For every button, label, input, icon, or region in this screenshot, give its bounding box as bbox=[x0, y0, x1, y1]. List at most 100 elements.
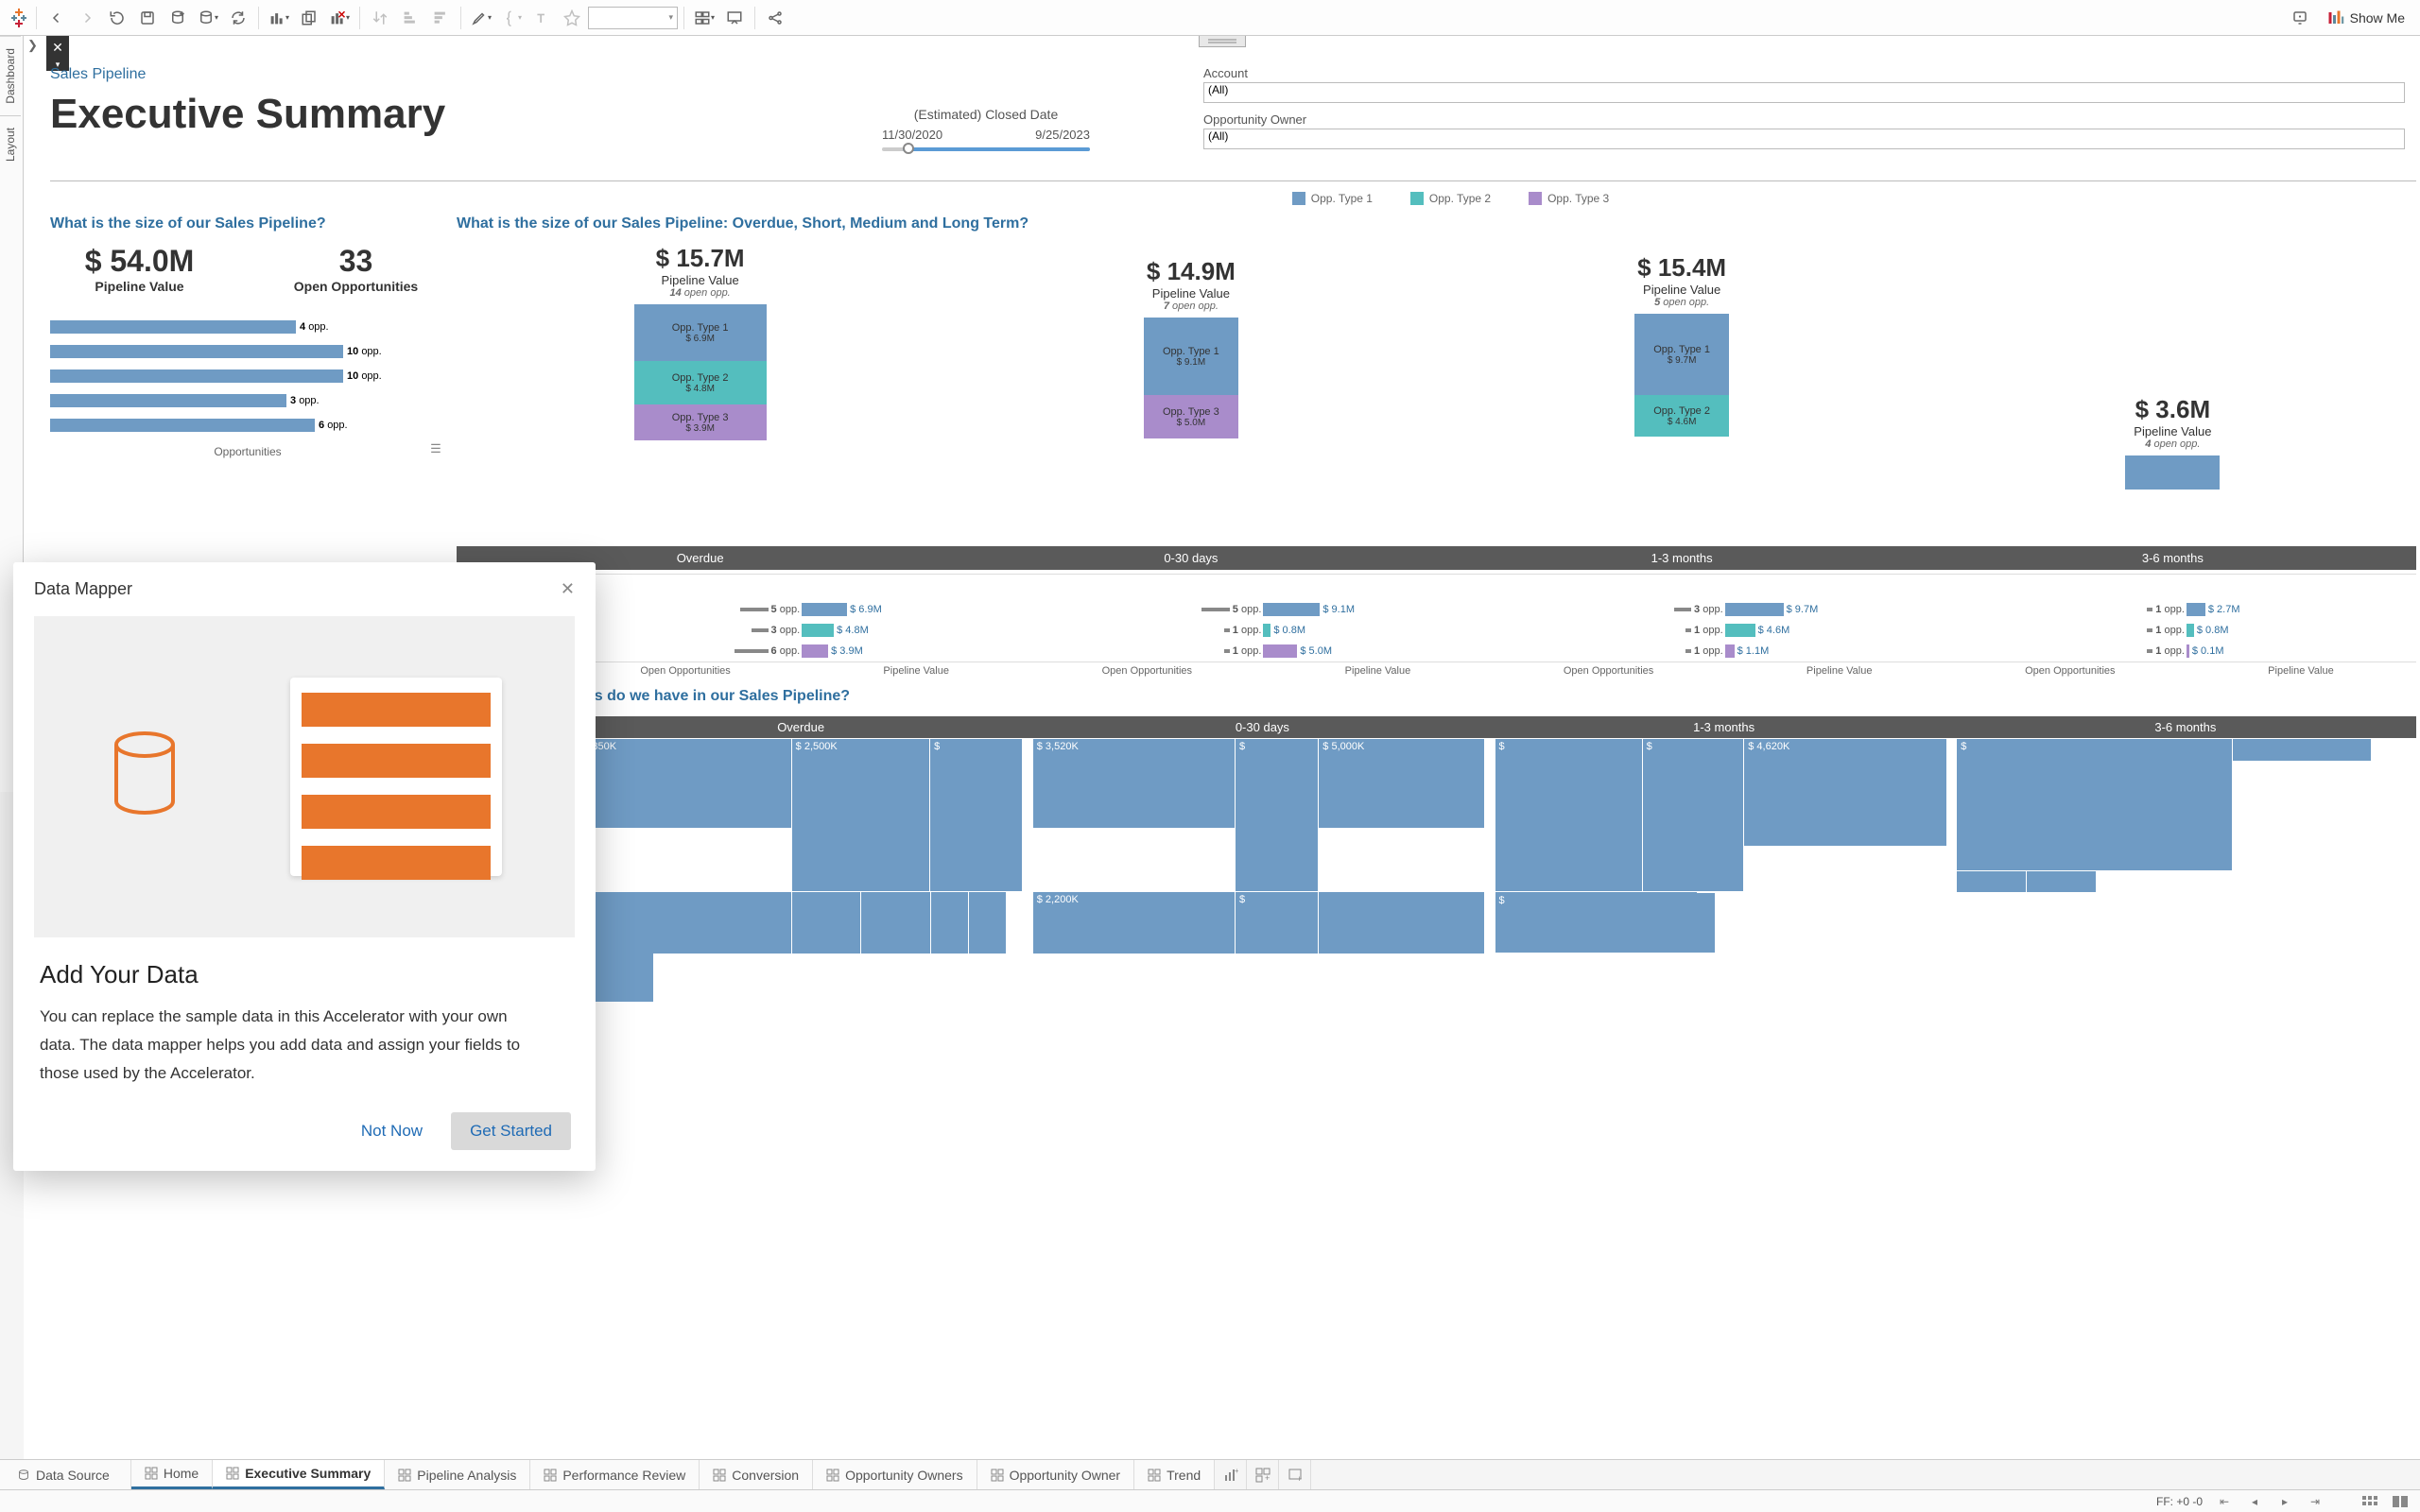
treemap-cell[interactable]: $ bbox=[1956, 738, 2416, 892]
sheet-tabs: Data Source HomeExecutive SummaryPipelin… bbox=[0, 1459, 2420, 1489]
breakdown-row[interactable]: Opp. Type 2 3 opp. $ 4.8M 1 opp. $ 0.8M … bbox=[457, 620, 2416, 641]
not-now-button[interactable]: Not Now bbox=[350, 1112, 434, 1150]
duplicate-button[interactable] bbox=[295, 5, 323, 31]
pin-button[interactable] bbox=[558, 5, 586, 31]
hamburger-icon[interactable]: ☰ bbox=[426, 439, 445, 458]
last-page-icon[interactable]: ⇥ bbox=[2307, 1493, 2324, 1510]
get-started-button[interactable]: Get Started bbox=[451, 1112, 571, 1150]
next-page-icon[interactable]: ▸ bbox=[2276, 1493, 2293, 1510]
main-toolbar: ▾ ▾ ▾ ▾ ▾ T ▾ ▾ Show Me bbox=[0, 0, 2420, 36]
treemap-col-header: Overdue bbox=[570, 716, 1031, 738]
treemap-cell[interactable] bbox=[1956, 892, 2416, 1003]
sheet-tab[interactable]: Opportunity Owners bbox=[813, 1460, 977, 1489]
breakdown-table[interactable]: Opportunity TypeAZ Opp. Type 1 5 opp. $ … bbox=[457, 574, 2416, 677]
sheet-tab[interactable]: Opportunity Owner bbox=[977, 1460, 1135, 1489]
tableau-logo-icon[interactable] bbox=[8, 7, 30, 29]
presentation-button[interactable] bbox=[720, 5, 749, 31]
layout-tab[interactable]: Layout bbox=[0, 115, 21, 173]
status-ff: FF: +0 -0 bbox=[2156, 1495, 2203, 1508]
new-data-source-button[interactable] bbox=[164, 5, 192, 31]
data-source-tab[interactable]: Data Source bbox=[0, 1460, 131, 1489]
breakdown-row[interactable]: Opp. Type 1 5 opp. $ 6.9M 5 opp. $ 9.1M … bbox=[457, 599, 2416, 620]
close-corner-button[interactable]: ✕▾ bbox=[46, 36, 69, 59]
term-stacked-bars[interactable]: $ 15.7M Pipeline Value 14 open opp. Opp.… bbox=[457, 244, 2416, 546]
new-worksheet-button[interactable]: + bbox=[1215, 1460, 1247, 1489]
term-footer-label: 0-30 days bbox=[947, 546, 1434, 570]
page-title: Executive Summary bbox=[50, 91, 787, 138]
kpi-open-opp: 33 Open Opportunities bbox=[267, 244, 445, 294]
term-column[interactable]: $ 14.9M Pipeline Value 7 open opp. Opp. … bbox=[947, 244, 1434, 546]
sheet-tab[interactable]: Home bbox=[131, 1460, 213, 1489]
expand-sidepanel-icon[interactable]: ❯ bbox=[27, 38, 41, 51]
cards-button[interactable]: ▾ bbox=[690, 5, 718, 31]
breakdown-row[interactable]: Opp. Type 3 6 opp. $ 3.9M 1 opp. $ 5.0M … bbox=[457, 641, 2416, 662]
group-button[interactable]: ▾ bbox=[497, 5, 526, 31]
swap-button[interactable] bbox=[366, 5, 394, 31]
date-range-filter[interactable]: (Estimated) Closed Date 11/30/2020 9/25/… bbox=[787, 59, 1184, 180]
sort-desc-button[interactable] bbox=[426, 5, 455, 31]
sort-asc-button[interactable] bbox=[396, 5, 424, 31]
sheet-sorter-icon[interactable] bbox=[2392, 1493, 2409, 1510]
sheet-tab[interactable]: Trend bbox=[1134, 1460, 1215, 1489]
first-page-icon[interactable]: ⇤ bbox=[2216, 1493, 2233, 1510]
dashboard-tab[interactable]: Dashboard bbox=[0, 36, 21, 115]
treemap-cell[interactable] bbox=[570, 892, 1030, 1003]
show-me-button[interactable]: Show Me bbox=[2320, 9, 2412, 26]
share-button[interactable] bbox=[761, 5, 789, 31]
legend-item[interactable]: Opp. Type 1 bbox=[1292, 192, 1373, 205]
opp-axis-label: Opportunities bbox=[50, 445, 445, 458]
treemap-col-header: 0-30 days bbox=[1031, 716, 1493, 738]
owner-filter-select[interactable]: (All) bbox=[1203, 129, 2405, 149]
clear-button[interactable]: ▾ bbox=[325, 5, 354, 31]
kpi-pipeline-value: $ 54.0M Pipeline Value bbox=[50, 244, 229, 294]
prev-page-icon[interactable]: ◂ bbox=[2246, 1493, 2263, 1510]
term-column[interactable]: $ 15.4M Pipeline Value 5 open opp. Opp. … bbox=[1439, 244, 1926, 546]
database-icon bbox=[107, 730, 182, 824]
dialog-description: You can replace the sample data in this … bbox=[40, 1003, 541, 1088]
breadcrumb[interactable]: Sales Pipeline bbox=[50, 66, 787, 83]
new-dashboard-button[interactable]: + bbox=[1247, 1460, 1279, 1489]
treemap[interactable]: $ 2,850K$ 2,500K$$ 2,550K$ 3,520K$$ 5,00… bbox=[570, 738, 2416, 1003]
legend-item[interactable]: Opp. Type 2 bbox=[1410, 192, 1491, 205]
panel-title-treemap: Which opportunities do we have in our Sa… bbox=[457, 688, 2416, 705]
panel-title-kpi: What is the size of our Sales Pipeline? bbox=[50, 215, 445, 232]
data-guide-button[interactable] bbox=[2286, 5, 2314, 31]
dialog-heading: Add Your Data bbox=[40, 960, 569, 989]
term-column[interactable]: $ 3.6M Pipeline Value 4 open opp. bbox=[1929, 244, 2416, 546]
date-end: 9/25/2023 bbox=[1035, 128, 1090, 142]
term-column[interactable]: $ 15.7M Pipeline Value 14 open opp. Opp.… bbox=[457, 244, 943, 546]
svg-text:+: + bbox=[1265, 1473, 1270, 1483]
fit-combo[interactable]: ▾ bbox=[588, 7, 678, 29]
refresh-button[interactable] bbox=[224, 5, 252, 31]
sheet-tab[interactable]: Pipeline Analysis bbox=[385, 1460, 530, 1489]
treemap-cell[interactable]: $$$ 4,620K bbox=[1495, 738, 1955, 892]
resize-handle[interactable] bbox=[1199, 36, 1246, 47]
highlight-button[interactable]: ▾ bbox=[467, 5, 495, 31]
pause-auto-button[interactable]: ▾ bbox=[194, 5, 222, 31]
sheet-tab[interactable]: Performance Review bbox=[530, 1460, 700, 1489]
filmstrip-icon[interactable] bbox=[2361, 1493, 2378, 1510]
undo-button[interactable] bbox=[43, 5, 71, 31]
account-filter-select[interactable]: (All) bbox=[1203, 82, 2405, 103]
show-me-label: Show Me bbox=[2350, 10, 2405, 26]
treemap-cell[interactable]: $ 2,850K$ 2,500K$$ 2,550K bbox=[570, 738, 1030, 892]
labels-button[interactable]: T bbox=[527, 5, 556, 31]
revert-button[interactable] bbox=[103, 5, 131, 31]
sheet-tab[interactable]: Executive Summary bbox=[213, 1460, 385, 1489]
date-slider[interactable] bbox=[882, 147, 1090, 151]
date-filter-label: (Estimated) Closed Date bbox=[914, 107, 1059, 122]
panel-title-term: What is the size of our Sales Pipeline: … bbox=[457, 215, 2416, 232]
treemap-cell[interactable]: $ bbox=[1495, 892, 1955, 1003]
redo-button[interactable] bbox=[73, 5, 101, 31]
treemap-cell[interactable] bbox=[1032, 892, 1493, 1003]
data-mapper-dialog: Data Mapper ✕ Add Your Data You can repl… bbox=[13, 562, 596, 1171]
treemap-cell[interactable]: $ 3,520K$$ 5,000K$ 2,200K$ bbox=[1032, 738, 1493, 892]
new-story-button[interactable]: + bbox=[1279, 1460, 1311, 1489]
dialog-close-button[interactable]: ✕ bbox=[561, 579, 575, 599]
save-button[interactable] bbox=[133, 5, 162, 31]
slider-handle[interactable] bbox=[903, 143, 914, 154]
new-worksheet-button[interactable]: ▾ bbox=[265, 5, 293, 31]
sheet-tab[interactable]: Conversion bbox=[700, 1460, 813, 1489]
opp-bar-chart[interactable]: 4 opp. 10 opp. 10 opp. 3 opp. 6 opp. Opp… bbox=[50, 309, 445, 458]
legend-item[interactable]: Opp. Type 3 bbox=[1529, 192, 1609, 205]
